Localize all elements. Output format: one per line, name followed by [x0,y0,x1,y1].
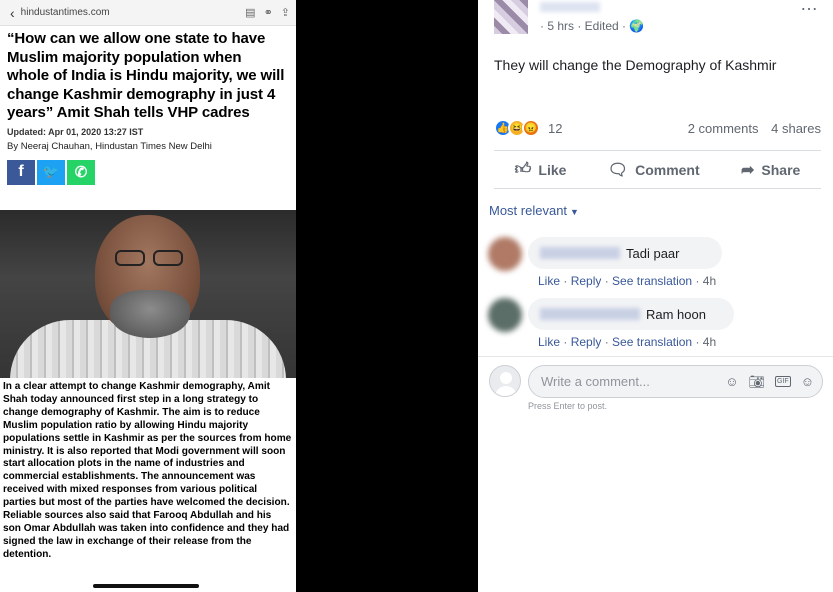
article-updated-date: Updated: Apr 01, 2020 13:27 IST [7,126,144,137]
article-headline: “How can we allow one state to have Musl… [7,30,285,121]
like-button[interactable]: 👍︎ Like [515,160,567,179]
comment-item: Ram hoon Like · Reply · See translation … [488,298,823,354]
more-options-button[interactable]: … [800,0,819,15]
comments-count[interactable]: 2 comments [688,121,759,136]
browser-url-bar: ‹ hindustantimes.com ▤ ⚭ ⇪ [0,0,296,26]
comment-like-link[interactable]: Like [538,335,560,349]
comment-button-label: Comment [635,161,700,178]
reactions-row: 👍 😆 😠 12 2 comments 4 shares [494,118,821,138]
camera-icon[interactable]: 📷︎ [749,374,766,390]
twitter-icon: 🐦 [37,159,65,185]
user-avatar [489,365,521,397]
thumbs-up-icon: 👍︎ [514,161,532,178]
sticker-icon[interactable]: ☺ [801,374,814,389]
facebook-post: · 5 hrs · Edited · 🌍 … They will change … [478,0,833,592]
comment-bubble: Tadi paar [528,237,722,269]
whatsapp-icon: ✆ [67,159,95,185]
author-avatar[interactable] [494,0,528,34]
gif-icon[interactable]: GIF [775,376,791,387]
commenter-avatar[interactable] [488,298,522,332]
angry-reaction-icon[interactable]: 😠 [522,119,540,137]
emoji-icon[interactable]: ☺ [725,374,738,389]
back-arrow-icon: ‹ [10,4,15,21]
share-arrow-icon: ➦ [740,161,755,179]
like-button-label: Like [538,161,567,178]
article-body-text: In a clear attempt to change Kashmir dem… [3,381,292,560]
comment-like-link[interactable]: Like [538,274,560,288]
see-translation-link[interactable]: See translation [612,274,692,288]
comment-text: Ram hoon [646,306,706,322]
commenter-avatar[interactable] [488,237,522,271]
action-bar: 👍︎ Like 🗨︎ Comment ➦ Share [494,150,821,189]
share-button-label: Share [761,161,801,178]
comment-sort-dropdown[interactable]: Most relevant ▼ [489,203,579,218]
comment-item: Tadi paar Like · Reply · See translation… [488,237,823,293]
comment-composer: Write a comment... ☺ 📷︎ GIF ☺ Press Ente… [478,356,833,416]
share-icon: ⇪ [280,7,290,19]
comment-bubble: Ram hoon [528,298,734,330]
article-byline: By Neeraj Chauhan, Hindustan Times New D… [7,140,212,152]
link-icon: ⚭ [263,7,273,19]
comment-reply-link[interactable]: Reply [571,274,602,288]
comment-actions: Like · Reply · See translation · 4h [538,335,717,349]
comment-actions: Like · Reply · See translation · 4h [538,274,717,288]
facebook-icon: f [7,159,35,185]
comment-reply-link[interactable]: Reply [571,335,602,349]
comment-time[interactable]: 4h [703,335,716,349]
post-header: · 5 hrs · Edited · 🌍 … [478,0,833,44]
reader-icon: ▤ [245,7,256,19]
comment-input[interactable]: Write a comment... ☺ 📷︎ GIF ☺ [528,365,823,398]
comment-placeholder: Write a comment... [541,374,650,389]
shares-count[interactable]: 4 shares [771,121,821,136]
home-indicator [93,584,199,588]
url-text: hindustantimes.com [20,7,110,18]
reaction-count[interactable]: 12 [548,121,562,136]
post-text: They will change the Demography of Kashm… [494,57,777,73]
see-translation-link[interactable]: See translation [612,335,692,349]
press-enter-hint: Press Enter to post. [528,401,608,411]
share-buttons: f 🐦 ✆ [0,152,296,185]
speech-bubble-icon: 🗨︎ [607,161,629,179]
commenter-name-blurred[interactable] [540,308,640,320]
caret-down-icon: ▼ [570,207,579,217]
comment-text: Tadi paar [626,245,680,261]
post-meta: · 5 hrs · Edited · 🌍 [540,19,645,33]
commenter-name-blurred[interactable] [540,247,620,259]
post-counts: 2 comments 4 shares [688,121,821,136]
article-screenshot: ‹ hindustantimes.com ▤ ⚭ ⇪ “How can we a… [0,0,296,592]
article-photo [0,210,296,378]
comment-button[interactable]: 🗨︎ Comment [608,160,700,180]
sort-label: Most relevant [489,203,568,218]
author-name-blurred[interactable] [540,2,600,12]
share-button[interactable]: ➦ Share [741,160,800,180]
comment-time[interactable]: 4h [703,274,716,288]
